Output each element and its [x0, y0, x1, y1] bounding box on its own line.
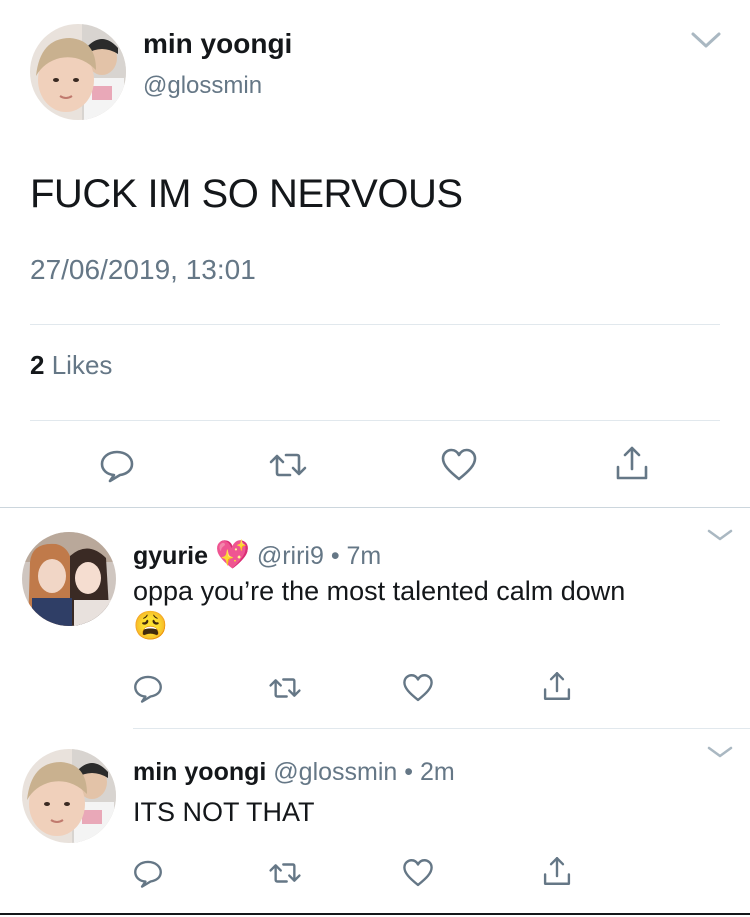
- weary-face-emoji: 😩: [133, 610, 168, 641]
- reply-2-display-name[interactable]: min yoongi: [133, 758, 266, 786]
- sparkling-heart-badge: 💖: [214, 539, 250, 570]
- reply-button[interactable]: [97, 445, 137, 485]
- likes-stat[interactable]: 2 Likes: [30, 350, 112, 381]
- main-handle[interactable]: @glossmin: [143, 72, 262, 100]
- heart-icon: [441, 448, 477, 481]
- reply-1-text: oppa you’re the most talented calm down …: [133, 574, 723, 644]
- main-display-name[interactable]: min yoongi: [143, 28, 292, 60]
- likes-count: 2: [30, 350, 45, 380]
- reply-2-time: 2m: [419, 758, 455, 786]
- separator-dot: •: [330, 542, 340, 570]
- avatar-main[interactable]: [30, 24, 126, 120]
- retweet-arrows-icon: [269, 678, 301, 698]
- separator-dot: •: [404, 758, 414, 786]
- speech-bubble-icon: [134, 675, 162, 703]
- speech-bubble-icon: [100, 450, 134, 483]
- tweet-text: FUCK IM SO NERVOUS: [30, 172, 463, 216]
- likes-label: Likes: [51, 350, 113, 380]
- avatar-reply-glossmin[interactable]: [22, 749, 116, 843]
- reply-2-retweet-button[interactable]: [268, 856, 302, 890]
- tweet-timestamp: 27/06/2019, 13:01: [30, 254, 256, 285]
- bottom-edge: [0, 913, 750, 915]
- reply-2-reply-button[interactable]: [131, 856, 165, 890]
- reply-1-retweet-button[interactable]: [268, 671, 302, 705]
- share-upload-icon: [543, 672, 571, 700]
- divider: [30, 324, 720, 325]
- reply-2-text: ITS NOT THAT: [133, 797, 315, 827]
- section-divider: [0, 507, 750, 508]
- reply-1-share-button[interactable]: [540, 669, 574, 703]
- retweet-arrows-icon: [269, 863, 301, 883]
- reply-2-header: min yoongi @glossmin • 2m: [133, 758, 455, 787]
- tweet-menu-chevron[interactable]: [690, 30, 722, 50]
- share-upload-icon: [616, 446, 648, 480]
- share-button[interactable]: [612, 443, 652, 483]
- speech-bubble-icon: [134, 860, 162, 888]
- heart-icon: [403, 674, 433, 702]
- reply-1-body: oppa you’re the most talented calm down: [133, 576, 626, 606]
- reply-1-header: gyurie 💖 @riri9 • 7m: [133, 538, 381, 571]
- reply-1-menu-chevron[interactable]: [706, 528, 734, 542]
- heart-icon: [403, 859, 433, 887]
- reply-1-handle[interactable]: @riri9: [257, 542, 324, 570]
- like-button[interactable]: [439, 445, 479, 485]
- avatar-reply-gyurie[interactable]: [22, 532, 116, 626]
- reply-2-menu-chevron[interactable]: [706, 745, 734, 759]
- divider: [133, 728, 750, 729]
- retweet-arrows-icon: [269, 453, 307, 477]
- chevron-down-icon: [691, 32, 721, 48]
- reply-1-time: 7m: [346, 542, 382, 570]
- reply-2-share-button[interactable]: [540, 854, 574, 888]
- reply-1-like-button[interactable]: [401, 671, 435, 705]
- reply-2-handle[interactable]: @glossmin: [273, 758, 397, 786]
- reply-1-display-name[interactable]: gyurie: [133, 542, 208, 570]
- chevron-down-icon: [707, 746, 733, 758]
- divider: [30, 420, 720, 421]
- share-upload-icon: [543, 857, 571, 885]
- reply-1-reply-button[interactable]: [131, 671, 165, 705]
- reply-2-like-button[interactable]: [401, 856, 435, 890]
- retweet-button[interactable]: [268, 445, 308, 485]
- chevron-down-icon: [707, 529, 733, 541]
